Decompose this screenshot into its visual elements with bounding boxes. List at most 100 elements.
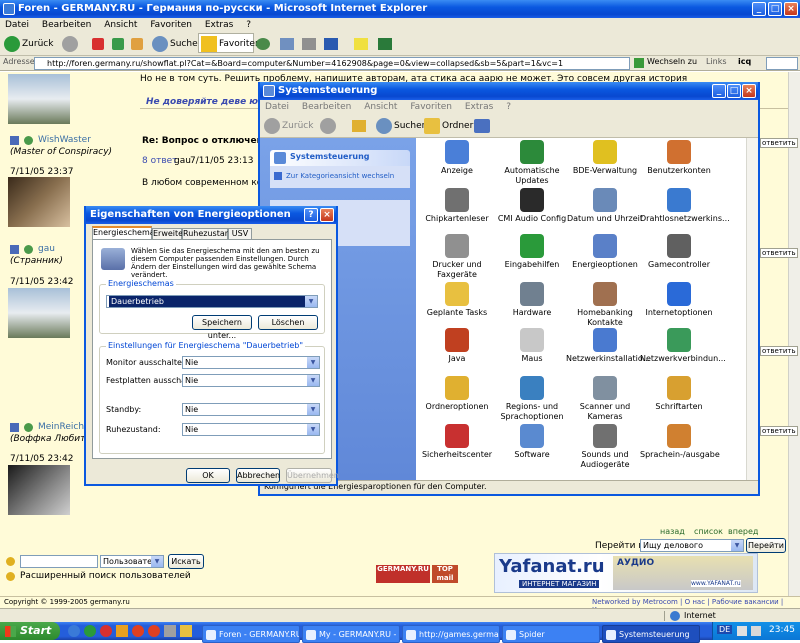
firefox-quicklaunch-icon[interactable] — [148, 625, 160, 637]
monitor-select[interactable]: Nie ▼ — [182, 356, 320, 369]
mail-icon[interactable] — [280, 38, 294, 50]
goto-select[interactable]: Ищу делового партнера▼ — [640, 539, 744, 561]
cp-item-icon[interactable] — [445, 424, 469, 448]
app-quicklaunch-icon[interactable] — [116, 625, 128, 637]
ie-quicklaunch-icon[interactable] — [68, 625, 80, 637]
cp-item-label[interactable]: Sprachein-/ausgabe — [640, 450, 720, 460]
print-icon[interactable] — [302, 38, 316, 50]
germany-ad[interactable]: GERMANY.RU — [376, 565, 430, 583]
reply-button[interactable]: ответить — [760, 138, 798, 148]
cp-item-icon[interactable] — [667, 424, 691, 448]
nav-list-button[interactable]: список — [694, 527, 723, 536]
cp-scrollbar[interactable] — [746, 138, 758, 480]
cp-item-icon[interactable] — [593, 188, 617, 212]
scheme-select[interactable]: Dauerbetrieb ▼ — [106, 295, 318, 308]
cp-item-label[interactable]: Eingabehilfen — [493, 260, 571, 270]
yafanat-ad[interactable]: Yafanat.ru ИНТЕРНЕТ МАГАЗИН АУДИО www.YA… — [494, 553, 758, 593]
search-submit-button[interactable]: Искать — [168, 554, 204, 569]
language-indicator[interactable]: DE — [717, 625, 733, 634]
cp-search-button[interactable]: Suchen — [374, 116, 427, 136]
cp-menu-ansicht[interactable]: Ansicht — [364, 102, 397, 112]
stop-icon[interactable] — [92, 38, 104, 50]
user-type-select[interactable]: Пользователя ▼ — [100, 555, 164, 568]
messenger-quicklaunch-icon[interactable] — [84, 625, 96, 637]
maximize-button[interactable]: □ — [768, 2, 782, 16]
icq-button[interactable]: icq — [738, 57, 751, 66]
refresh-icon[interactable] — [112, 38, 124, 50]
cp-sidebar-header[interactable]: Systemsteuerung — [270, 150, 410, 166]
cp-item-icon[interactable] — [520, 376, 544, 400]
start-button[interactable]: Start — [0, 622, 60, 640]
cp-minimize-button[interactable]: _ — [712, 84, 726, 98]
page-scrollbar[interactable] — [788, 72, 800, 596]
cp-maximize-button[interactable]: □ — [727, 84, 741, 98]
cp-item-icon[interactable] — [667, 376, 691, 400]
task-button-forum[interactable]: Foren - GERMANY.RU... — [202, 625, 300, 643]
cp-item-icon[interactable] — [593, 282, 617, 306]
username[interactable]: WishWaster — [38, 135, 91, 145]
cp-menu-extras[interactable]: Extras — [465, 102, 493, 112]
menu-ansicht[interactable]: Ansicht — [104, 20, 137, 30]
cp-item-label[interactable]: Internetoptionen — [640, 308, 718, 318]
folder-quicklaunch-icon[interactable] — [180, 625, 192, 637]
cp-item-icon[interactable] — [445, 328, 469, 352]
cp-forward-button[interactable] — [318, 116, 342, 136]
cp-back-button[interactable]: Zurück — [262, 116, 316, 136]
reply-link[interactable]: 8 ответ — [142, 156, 177, 166]
home-icon[interactable] — [131, 38, 143, 50]
menu-favoriten[interactable]: Favoriten — [150, 20, 192, 30]
nav-back-button[interactable]: назад — [660, 527, 685, 536]
go-icon[interactable] — [634, 58, 644, 68]
task-button-my[interactable]: My - GERMANY.RU - ... — [302, 625, 400, 643]
cp-item-label[interactable]: Netzwerkverbindun... — [640, 354, 726, 364]
go-button[interactable]: Wechseln zu — [647, 57, 697, 66]
cp-item-icon[interactable] — [445, 234, 469, 258]
username[interactable]: gau — [38, 244, 55, 254]
standby-select[interactable]: Nie ▼ — [182, 403, 320, 416]
address-input[interactable]: http://foren.germany.ru/showflat.pl?Cat=… — [34, 57, 630, 70]
user-search-input[interactable] — [20, 555, 98, 568]
top-mail-ad[interactable]: TOP mail — [432, 565, 458, 583]
cp-item-label[interactable]: Sicherheitscenter — [418, 450, 496, 460]
cp-item-label[interactable]: Ordneroptionen — [418, 402, 496, 412]
opera-quicklaunch-icon[interactable] — [132, 625, 144, 637]
tab-erweitert[interactable]: Erweitert — [152, 228, 190, 239]
username[interactable]: MeinReich — [38, 422, 84, 432]
dialog-help-button[interactable]: ? — [304, 208, 318, 222]
menu-help[interactable]: ? — [246, 20, 251, 30]
category-view-link[interactable]: Zur Kategorieansicht wechseln — [286, 172, 394, 180]
cp-item-icon[interactable] — [593, 328, 617, 352]
messenger-icon[interactable] — [378, 38, 392, 50]
history-icon[interactable] — [256, 38, 270, 50]
cp-item-icon[interactable] — [593, 140, 617, 164]
menu-datei[interactable]: Datei — [5, 20, 29, 30]
note-icon[interactable] — [354, 38, 368, 50]
minimize-button[interactable]: _ — [752, 2, 766, 16]
views-icon[interactable] — [474, 119, 490, 133]
reply-button[interactable]: ответить — [760, 346, 798, 356]
folder-up-icon[interactable] — [352, 120, 366, 132]
cp-item-icon[interactable] — [667, 188, 691, 212]
cp-item-label[interactable]: Java — [418, 354, 496, 364]
cp-item-label[interactable]: Regions- und Sprachoptionen — [493, 402, 571, 422]
cp-item-icon[interactable] — [445, 140, 469, 164]
cp-item-label[interactable]: Chipkartenleser — [418, 214, 496, 224]
cp-item-icon[interactable] — [445, 188, 469, 212]
menu-extras[interactable]: Extras — [205, 20, 233, 30]
cp-item-label[interactable]: Gamecontroller — [640, 260, 718, 270]
cp-item-icon[interactable] — [667, 328, 691, 352]
cp-item-label[interactable]: Homebanking Kontakte — [566, 308, 644, 328]
save-as-button[interactable]: Speichern unter... — [192, 315, 252, 340]
favorites-button[interactable]: Favoriten — [198, 33, 261, 53]
hibernate-select[interactable]: Nie ▼ — [182, 423, 320, 436]
cp-item-label[interactable]: Datum und Uhrzeit — [566, 214, 644, 224]
network-tray-icon[interactable] — [737, 626, 747, 636]
nav-forward-button[interactable]: вперед — [728, 527, 758, 536]
cp-item-label[interactable]: Drucker und Faxgeräte — [418, 260, 496, 280]
desktop-quicklaunch-icon[interactable] — [164, 625, 176, 637]
close-button[interactable]: × — [784, 2, 798, 16]
cancel-button[interactable]: Abbrechen — [236, 468, 280, 483]
cp-item-label[interactable]: Hardware — [493, 308, 571, 318]
cp-item-label[interactable]: BDE-Verwaltung — [566, 166, 644, 176]
tab-ruhezustand[interactable]: Ruhezustand — [182, 228, 235, 239]
